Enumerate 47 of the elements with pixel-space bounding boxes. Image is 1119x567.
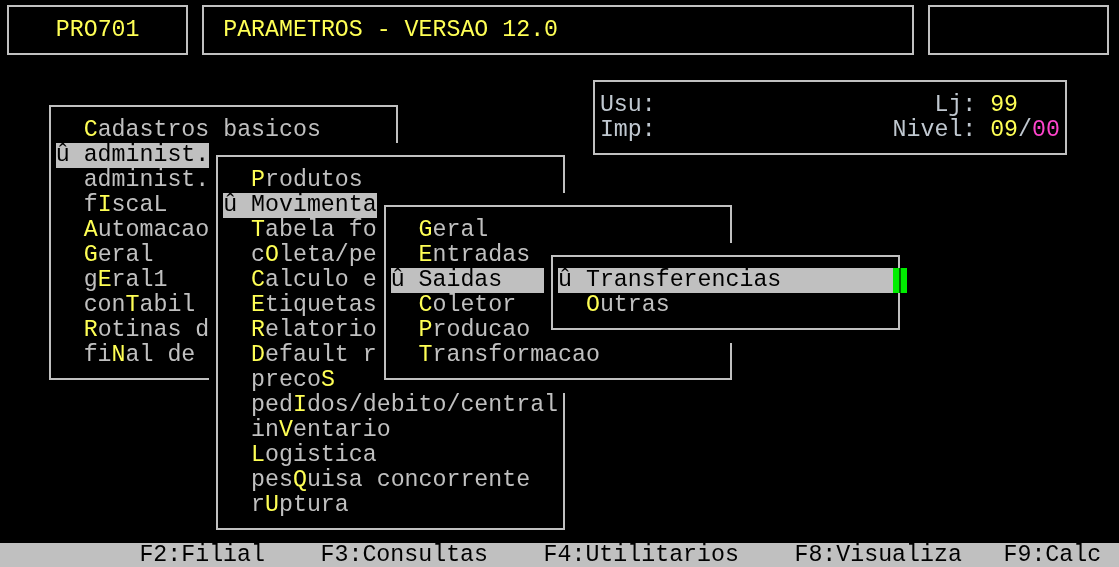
menu-item[interactable]: rUptura [223,492,377,518]
menu-item[interactable]: pesQuisa concorrente [223,467,531,493]
user-label: Usu: [599,92,656,118]
menu-item[interactable]: Entradas [390,242,545,268]
function-key-hint: F8:Visualiza [794,542,962,567]
level-value: 09 [990,117,1019,143]
menu-item[interactable]: conTabil [55,292,210,318]
menu-item[interactable]: cOleta/pe [223,242,377,268]
menu-item[interactable]: pedIdos/debito/central [223,392,559,418]
menu-item[interactable]: Rotinas d [55,317,210,343]
menu-item[interactable]: Tabela fo [223,217,377,243]
menu-item[interactable]: Produtos [223,167,377,193]
level-separator: / [1018,117,1032,143]
function-key-hint: F3:Consultas [320,542,488,567]
menu-item[interactable]: Etiquetas [223,292,377,318]
level-max-value: 00 [1032,117,1060,143]
menu-item[interactable]: Automacao [55,217,210,243]
menu-item[interactable]: Outras [558,292,893,318]
menu-item[interactable]: Transformacao [390,342,600,368]
function-key-hint: F4:Utilitarios [543,542,739,567]
function-key-hint: F9:Calc [1003,542,1102,567]
screen-title: PARAMETROS - VERSAO 12.0 [223,16,559,43]
menu-item[interactable]: Default r [223,342,377,368]
menu-item[interactable]: Coletor [390,292,545,318]
menu-item[interactable]: û Saidas [390,267,545,293]
menu-item[interactable]: Geral [55,242,210,268]
menu-item[interactable]: Logistica [223,442,377,468]
menu-item[interactable]: Geral [390,217,545,243]
menu-item[interactable]: gEral1 [55,267,210,293]
program-code: PRO701 [55,16,140,43]
menu-item[interactable]: administ. [55,167,210,193]
printer-label: Imp: [599,117,656,143]
menu-item[interactable]: inVentario [223,417,391,443]
menu-item[interactable]: fIscaL [55,192,210,218]
menu-item[interactable]: Calculo e [223,267,377,293]
store-label: Lj: [934,92,977,118]
menu-item[interactable]: Producao [390,317,545,343]
menu-item[interactable]: precoS [223,367,377,393]
menu-item[interactable]: û administ. [55,142,210,168]
function-key-hint: F2:Filial [139,542,265,567]
menu-item[interactable]: Cadastros basicos [55,117,321,143]
menu-item[interactable]: Relatorio [223,317,377,343]
level-label: Nivel: [892,117,977,143]
menu-item[interactable]: û Movimenta [223,192,377,218]
menu-item[interactable]: fiNal de [55,342,210,368]
menu-item[interactable]: û Transferencias [558,267,893,293]
store-number: 99 [990,92,1019,118]
